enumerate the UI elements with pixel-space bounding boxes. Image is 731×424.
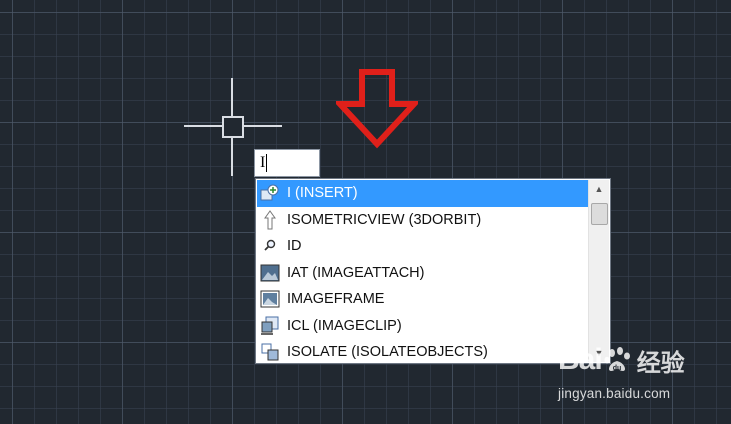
watermark-brand: Bai	[558, 343, 603, 376]
svg-text:du: du	[612, 365, 621, 372]
id-magnifier-icon	[259, 236, 281, 256]
autocomplete-item-insert[interactable]: I (INSERT)	[257, 180, 591, 207]
image-clip-icon	[259, 316, 281, 336]
autocomplete-item-label: ISOLATE (ISOLATEOBJECTS)	[287, 344, 488, 361]
watermark-url: jingyan.baidu.com	[558, 386, 671, 401]
autocomplete-item-imageclip[interactable]: ICL (IMAGECLIP)	[257, 313, 591, 340]
autocomplete-item-isolate[interactable]: ISOLATE (ISOLATEOBJECTS)	[257, 339, 591, 363]
dynamic-command-input[interactable]: I	[254, 149, 320, 177]
watermark-brand-cn: 经验	[636, 348, 685, 377]
autocomplete-items: I (INSERT) ISOMETRICVIEW (3DORBIT) ID IA…	[257, 180, 591, 363]
isolate-objects-icon	[259, 342, 281, 362]
baidu-paw-icon: du	[604, 347, 630, 372]
autocomplete-item-label: ISOMETRICVIEW (3DORBIT)	[287, 211, 482, 228]
orbit-arrow-icon	[259, 209, 281, 230]
baidu-jingyan-watermark: Bai du 经验 jingyan.baidu.com	[558, 338, 728, 410]
autocomplete-scrollbar[interactable]: ▲ ▼	[588, 180, 609, 362]
crosshair-pickbox	[222, 116, 244, 138]
autocomplete-item-label: IAT (IMAGEATTACH)	[287, 264, 425, 281]
autocomplete-item-isometricview[interactable]: ISOMETRICVIEW (3DORBIT)	[257, 207, 591, 234]
command-input-value: I	[260, 154, 266, 171]
autocomplete-item-imageframe[interactable]: IMAGEFRAME	[257, 286, 591, 313]
scroll-up-arrow-icon[interactable]: ▲	[589, 180, 609, 198]
autocomplete-item-id[interactable]: ID	[257, 233, 591, 260]
autocomplete-item-label: IMAGEFRAME	[287, 291, 385, 308]
drawing-canvas[interactable]: I I (INSERT) ISOMETRICVIEW (3DORBIT) ID …	[0, 0, 731, 424]
text-caret	[266, 154, 268, 172]
scrollbar-thumb[interactable]	[591, 203, 608, 225]
insert-block-icon	[259, 183, 281, 203]
autocomplete-item-imageattach[interactable]: IAT (IMAGEATTACH)	[257, 260, 591, 287]
image-attach-icon	[259, 263, 281, 283]
autocomplete-item-label: ICL (IMAGECLIP)	[287, 317, 402, 334]
autocomplete-item-label: ID	[287, 238, 302, 255]
image-frame-icon	[259, 289, 281, 309]
command-autocomplete-list[interactable]: I (INSERT) ISOMETRICVIEW (3DORBIT) ID IA…	[255, 178, 611, 364]
down-arrow-icon	[336, 69, 418, 149]
autocomplete-item-label: I (INSERT)	[287, 185, 358, 202]
